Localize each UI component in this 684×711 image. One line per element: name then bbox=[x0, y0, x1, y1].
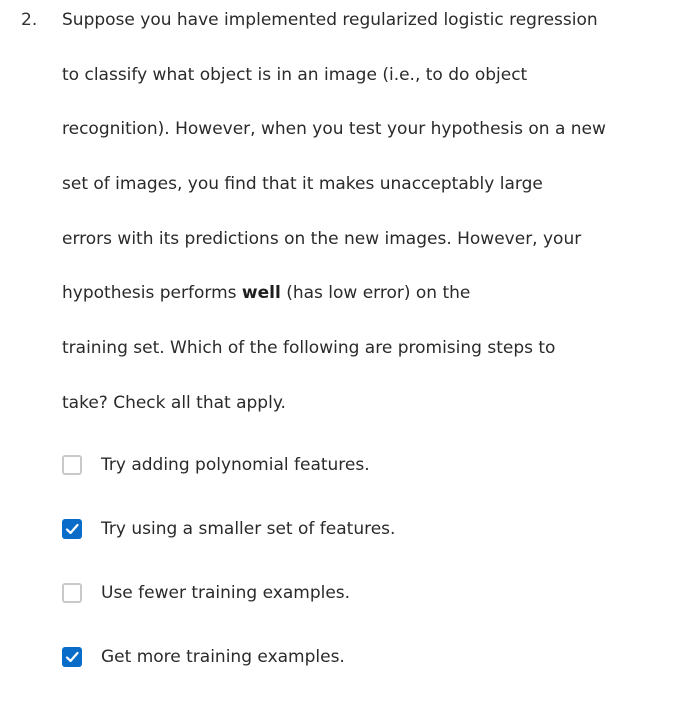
checkbox-unchecked[interactable] bbox=[62, 455, 82, 475]
question-text-fragment: hypothesis performs bbox=[62, 283, 242, 304]
question-line: Suppose you have implemented regularized… bbox=[62, 10, 598, 30]
option-label: Try adding polynomial features. bbox=[101, 455, 370, 475]
question-number: 2. bbox=[21, 10, 38, 30]
option-row[interactable]: Get more training examples. bbox=[62, 647, 662, 711]
checkbox-checked[interactable] bbox=[62, 647, 82, 667]
option-label: Use fewer training examples. bbox=[101, 583, 351, 603]
option-row[interactable]: Use fewer training examples. bbox=[62, 583, 662, 647]
checkmark-icon bbox=[65, 651, 79, 663]
question-line: hypothesis performs well (has low error)… bbox=[62, 281, 662, 336]
question-line: training set. Which of the following are… bbox=[62, 338, 556, 359]
question-line: set of images, you find that it makes un… bbox=[62, 174, 543, 195]
question-text-fragment: (has low error) on the bbox=[280, 283, 471, 304]
question-line: errors with its predictions on the new i… bbox=[62, 228, 582, 249]
option-label: Try using a smaller set of features. bbox=[101, 519, 396, 539]
question-line: recognition). However, when you test you… bbox=[62, 119, 606, 140]
option-row[interactable]: Try adding polynomial features. bbox=[62, 455, 662, 519]
question-line: to classify what object is in an image (… bbox=[62, 64, 528, 85]
emphasis-well: well bbox=[241, 283, 281, 304]
checkbox-unchecked[interactable] bbox=[62, 583, 82, 603]
checkbox-checked[interactable] bbox=[62, 519, 82, 539]
option-row[interactable]: Try using a smaller set of features. bbox=[62, 519, 662, 583]
checkmark-icon bbox=[65, 523, 79, 535]
question-prompt: Suppose you have implemented regularized… bbox=[62, 8, 662, 446]
question-line: take? Check all that apply. bbox=[62, 392, 286, 413]
option-label: Get more training examples. bbox=[101, 647, 345, 667]
answer-options: Try adding polynomial features. Try usin… bbox=[62, 455, 662, 711]
